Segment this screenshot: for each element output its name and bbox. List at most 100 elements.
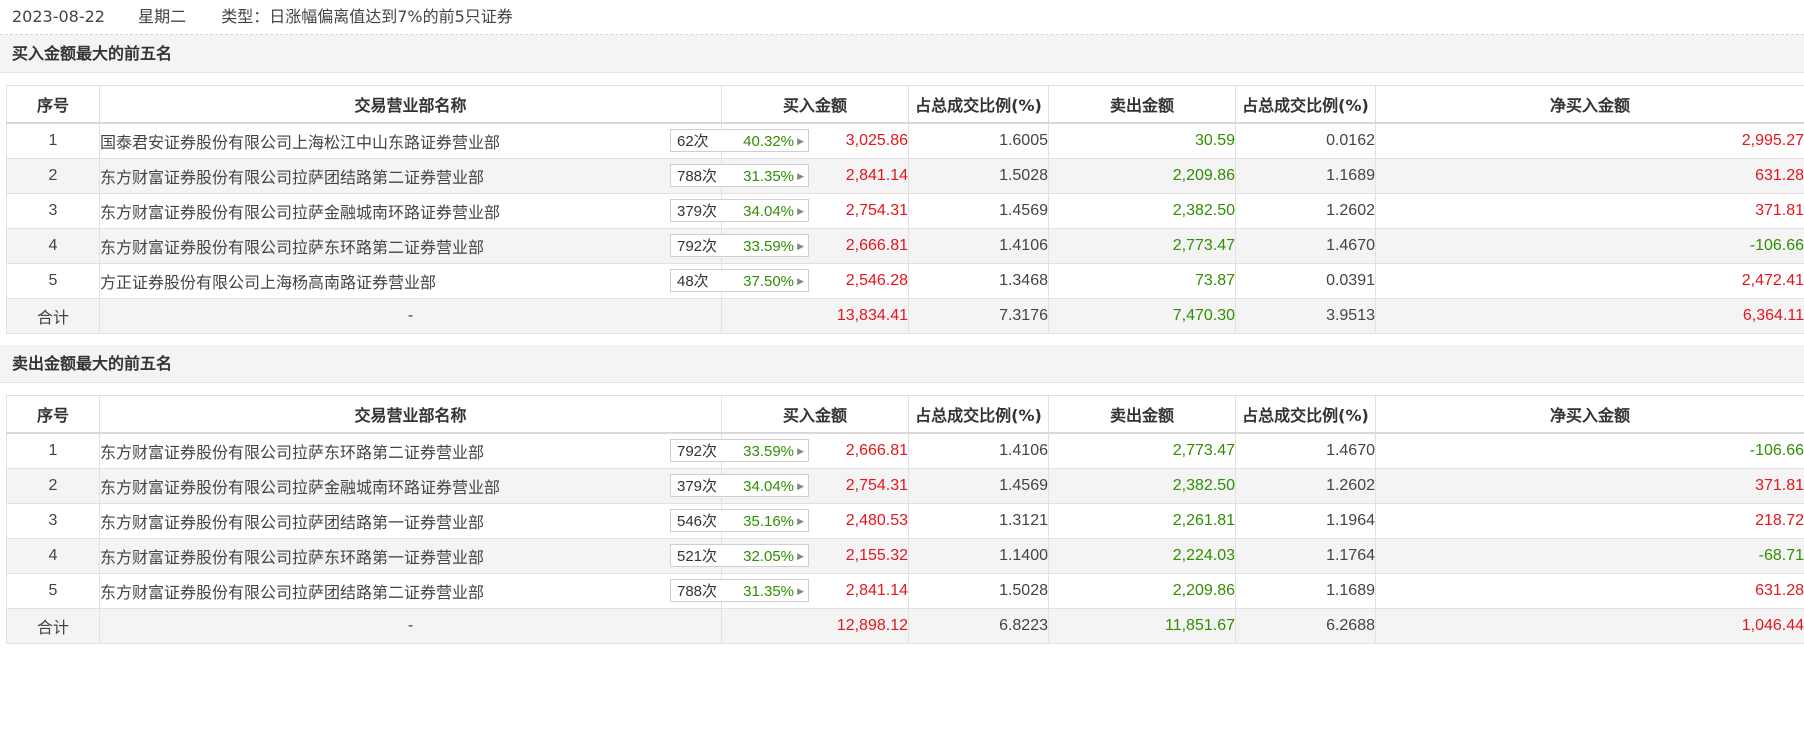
sell-ratio: 1.4670 [1235,228,1376,264]
branch-cell: 东方财富证券股份有限公司拉萨团结路第二证券营业部 788次 31.35% ▶ [99,158,809,194]
branch-count: 48次 [677,273,709,290]
branch-cell: 东方财富证券股份有限公司拉萨东环路第二证券营业部 792次 33.59% ▶ [99,432,809,469]
buy-ratio: 1.4106 [908,228,1049,264]
net-buy-amount: 2,995.27 [1375,122,1804,159]
total-label: 合计 [6,298,100,334]
branch-stats-badge[interactable]: 62次 40.32% ▶ [670,129,809,152]
col-header-net: 净买入金额 [1375,85,1804,124]
row-index: 3 [6,193,100,229]
branch-stats-badge[interactable]: 379次 34.04% ▶ [670,474,809,497]
sell-amount: 2,773.47 [1048,228,1236,264]
sell-amount: 2,224.03 [1048,538,1236,574]
caret-right-icon: ▶ [797,241,804,251]
buy-ratio: 1.4106 [908,432,1049,469]
table-row: 4 东方财富证券股份有限公司拉萨东环路第一证券营业部 521次 32.05% ▶ 2,15… [6,538,1804,574]
sell-amount: 2,209.86 [1048,573,1236,609]
branch-name-link[interactable]: 东方财富证券股份有限公司拉萨东环路第一证券营业部 [100,550,484,567]
branch-count: 788次 [677,168,718,185]
table-row: 1 东方财富证券股份有限公司拉萨东环路第二证券营业部 792次 33.59% ▶ 2,66… [6,432,1804,469]
col-header-buy: 买入金额 [721,395,909,434]
total-buy-ratio: 7.3176 [908,298,1049,334]
row-index: 2 [6,468,100,504]
branch-count: 546次 [677,513,718,530]
branch-stats-badge[interactable]: 48次 37.50% ▶ [670,269,809,292]
buy-ratio: 1.6005 [908,122,1049,159]
col-header-branch: 交易营业部名称 [99,395,722,434]
table-row: 2 东方财富证券股份有限公司拉萨金融城南环路证券营业部 379次 34.04% ▶ 2,7… [6,468,1804,504]
branch-name-link[interactable]: 国泰君安证券股份有限公司上海松江中山东路证券营业部 [100,135,500,152]
caret-right-icon: ▶ [797,481,804,491]
branch-name-link[interactable]: 东方财富证券股份有限公司拉萨东环路第二证券营业部 [100,240,484,257]
branch-cell: 东方财富证券股份有限公司拉萨金融城南环路证券营业部 379次 34.04% ▶ [99,468,809,504]
total-buy-ratio: 6.8223 [908,608,1049,644]
branch-win-rate: 35.16% [743,513,794,530]
buy-ratio: 1.3121 [908,503,1049,539]
row-index: 3 [6,503,100,539]
branch-count: 62次 [677,133,709,150]
net-buy-amount: -106.66 [1375,228,1804,264]
net-buy-amount: 2,472.41 [1375,263,1804,299]
sell-amount: 2,773.47 [1048,432,1236,469]
sell-amount: 2,209.86 [1048,158,1236,194]
col-header-sell-ratio: 占总成交比例(%) [1235,85,1376,124]
branch-count: 792次 [677,238,718,255]
col-header-buy-ratio: 占总成交比例(%) [908,85,1049,124]
net-buy-amount: 371.81 [1375,468,1804,504]
net-buy-amount: -106.66 [1375,432,1804,469]
branch-name-link[interactable]: 方正证券股份有限公司上海杨高南路证券营业部 [100,275,436,292]
branch-cell: 东方财富证券股份有限公司拉萨东环路第二证券营业部 792次 33.59% ▶ [99,228,809,264]
total-row: 合计 -12,898.12 6.8223 11,851.67 6.2688 1,046.4… [6,608,1804,644]
branch-stats-badge[interactable]: 792次 33.59% ▶ [670,439,809,462]
section-title-sell-top5: 卖出金额最大的前五名 [0,345,1804,383]
net-buy-amount: 631.28 [1375,158,1804,194]
net-buy-amount: -68.71 [1375,538,1804,574]
branch-stats-badge[interactable]: 792次 33.59% ▶ [670,234,809,257]
row-index: 5 [6,263,100,299]
branch-win-rate: 40.32% [743,133,794,150]
col-header-sell: 卖出金额 [1048,85,1236,124]
branch-stats-badge[interactable]: 546次 35.16% ▶ [670,509,809,532]
row-index: 2 [6,158,100,194]
branch-name-link[interactable]: 东方财富证券股份有限公司拉萨东环路第二证券营业部 [100,445,484,462]
branch-name-link[interactable]: 东方财富证券股份有限公司拉萨金融城南环路证券营业部 [100,205,500,222]
section-title-buy-top5: 买入金额最大的前五名 [0,35,1804,73]
trade-date: 2023-08-22 [12,7,105,26]
branch-stats-badge[interactable]: 788次 31.35% ▶ [670,579,809,602]
total-buy-amount: 13,834.41 [721,298,909,334]
caret-right-icon: ▶ [797,446,804,456]
row-index: 1 [6,122,100,159]
sell-amount: 2,382.50 [1048,468,1236,504]
col-header-index: 序号 [6,395,100,434]
caret-right-icon: ▶ [797,586,804,596]
branch-stats-badge[interactable]: 379次 34.04% ▶ [670,199,809,222]
total-row: 合计 -13,834.41 7.3176 7,470.30 3.9513 6,364.11 [6,298,1804,334]
caret-right-icon: ▶ [797,551,804,561]
branch-win-rate: 34.04% [743,203,794,220]
branch-stats-badge[interactable]: 521次 32.05% ▶ [670,544,809,567]
branch-win-rate: 31.35% [743,168,794,185]
branch-cell: 方正证券股份有限公司上海杨高南路证券营业部 48次 37.50% ▶ [99,263,809,299]
branch-count: 379次 [677,478,718,495]
branch-win-rate: 31.35% [743,583,794,600]
caret-right-icon: ▶ [797,206,804,216]
sell-top5-table: 序号 交易营业部名称 买入金额 占总成交比例(%) 卖出金额 占总成交比例(%)… [6,395,1804,644]
col-header-buy: 买入金额 [721,85,909,124]
branch-stats-badge[interactable]: 788次 31.35% ▶ [670,164,809,187]
col-header-net: 净买入金额 [1375,395,1804,434]
col-header-sell-ratio: 占总成交比例(%) [1235,395,1376,434]
branch-win-rate: 33.59% [743,238,794,255]
total-buy-amount: 12,898.12 [721,608,909,644]
branch-name-link[interactable]: 东方财富证券股份有限公司拉萨团结路第二证券营业部 [100,170,484,187]
branch-count: 521次 [677,548,718,565]
branch-name-link[interactable]: 东方财富证券股份有限公司拉萨金融城南环路证券营业部 [100,480,500,497]
buy-top5-body: 1 国泰君安证券股份有限公司上海松江中山东路证券营业部 62次 40.32% ▶ 3,02… [6,122,1804,334]
caret-right-icon: ▶ [797,516,804,526]
buy-ratio: 1.3468 [908,263,1049,299]
branch-name-link[interactable]: 东方财富证券股份有限公司拉萨团结路第一证券营业部 [100,515,484,532]
branch-name-link[interactable]: 东方财富证券股份有限公司拉萨团结路第二证券营业部 [100,585,484,602]
branch-count: 788次 [677,583,718,600]
branch-cell: 国泰君安证券股份有限公司上海松江中山东路证券营业部 62次 40.32% ▶ [99,122,809,159]
sell-ratio: 1.4670 [1235,432,1376,469]
sell-ratio: 1.1689 [1235,573,1376,609]
table-row: 3 东方财富证券股份有限公司拉萨团结路第一证券营业部 546次 35.16% ▶ 2,48… [6,503,1804,539]
